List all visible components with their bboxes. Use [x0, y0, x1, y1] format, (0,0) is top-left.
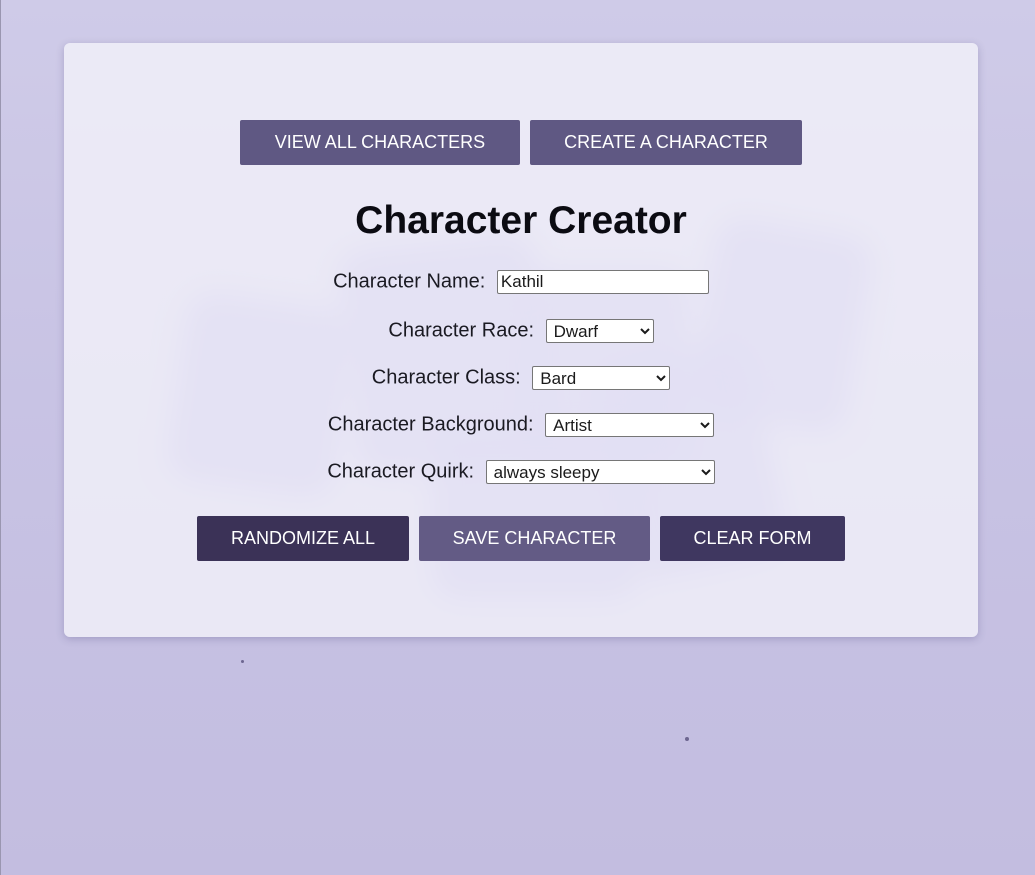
- race-label: Character Race:: [388, 319, 535, 342]
- save-character-button[interactable]: SAVE CHARACTER: [419, 516, 650, 561]
- name-label: Character Name:: [333, 270, 486, 293]
- character-class-select[interactable]: Bard: [532, 366, 671, 390]
- quirk-row: Character Quirk: always sleepy: [64, 460, 978, 484]
- character-creator-panel: VIEW ALL CHARACTERS CREATE A CHARACTER C…: [64, 43, 978, 637]
- class-label: Character Class:: [371, 366, 521, 389]
- create-character-button[interactable]: CREATE A CHARACTER: [530, 120, 802, 165]
- race-row: Character Race: Dwarf: [64, 319, 978, 343]
- name-row: Character Name:: [64, 270, 978, 294]
- character-quirk-select[interactable]: always sleepy: [485, 460, 715, 484]
- background-row: Character Background: Artist: [64, 413, 978, 437]
- quirk-label: Character Quirk:: [327, 460, 475, 483]
- clear-form-button[interactable]: CLEAR FORM: [660, 516, 845, 561]
- character-name-input[interactable]: [496, 270, 709, 294]
- character-background-select[interactable]: Artist: [545, 413, 715, 437]
- randomize-all-button[interactable]: RANDOMIZE ALL: [197, 516, 409, 561]
- character-race-select[interactable]: Dwarf: [545, 319, 654, 343]
- class-row: Character Class: Bard: [64, 366, 978, 390]
- view-all-characters-button[interactable]: VIEW ALL CHARACTERS: [240, 120, 520, 165]
- top-navigation: VIEW ALL CHARACTERS CREATE A CHARACTER: [64, 120, 978, 165]
- background-label: Character Background:: [327, 413, 534, 436]
- page-title: Character Creator: [355, 199, 687, 242]
- form-actions: RANDOMIZE ALL SAVE CHARACTER CLEAR FORM: [64, 516, 978, 561]
